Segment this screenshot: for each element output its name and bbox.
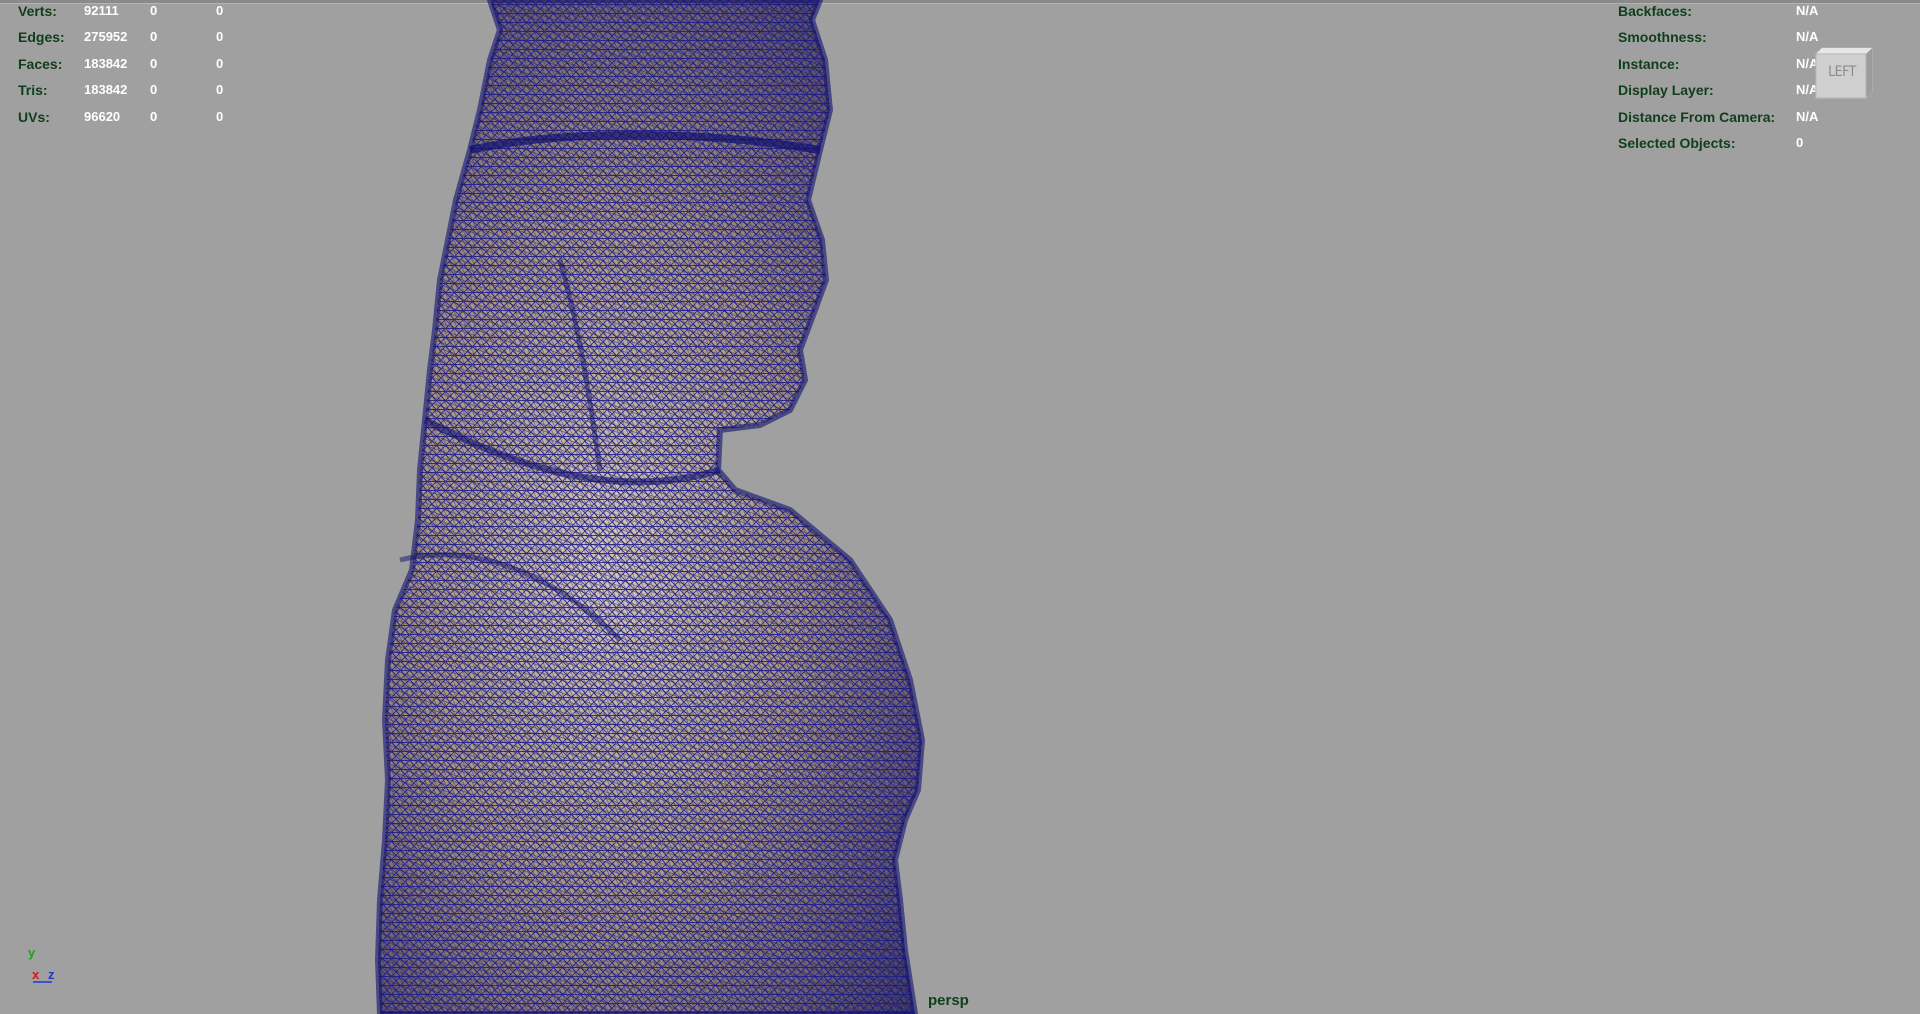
hud-value: 275952 xyxy=(84,29,128,45)
hud-value: 0 xyxy=(216,3,224,18)
hud-value: 0 xyxy=(150,108,158,124)
hud-value: 0 xyxy=(150,55,158,71)
hud-row-verts: Verts: 92111 0 0 xyxy=(18,0,258,24)
axis-y-label: y xyxy=(28,945,36,960)
hud-label: Distance From Camera: xyxy=(1618,108,1776,125)
hud-row-faces: Faces: 183842 0 0 xyxy=(18,51,258,77)
hud-value: 0 xyxy=(216,29,224,45)
hud-value: 0 xyxy=(150,82,158,98)
hud-value: 92111 xyxy=(84,3,119,18)
hud-value: 0 xyxy=(216,82,224,98)
axis-z-label: z xyxy=(48,967,55,982)
hud-value: 183842 xyxy=(84,82,128,98)
poly-count-hud: Verts: 92111 0 0 Edges: 275952 0 0 Faces… xyxy=(18,0,258,130)
hud-label: Faces: xyxy=(18,55,63,72)
camera-name-label: persp xyxy=(928,992,969,1009)
hud-row-selected: Selected Objects: 0 xyxy=(1618,130,1858,156)
axis-x-label: x xyxy=(32,967,40,982)
hud-value: 183842 xyxy=(84,55,128,71)
hud-row-tris: Tris: 183842 0 0 xyxy=(18,77,258,103)
hud-value: 0 xyxy=(150,29,158,45)
hud-label: Tris: xyxy=(18,82,48,99)
axis-gizmo-icon: y x z xyxy=(28,946,68,986)
hud-label: Selected Objects: xyxy=(1618,134,1736,151)
hud-value: 96620 xyxy=(84,108,121,124)
hud-row-uvs: UVs: 96620 0 0 xyxy=(18,104,258,130)
hud-row-distance: Distance From Camera: N/A xyxy=(1618,104,1858,130)
hud-value: 0 xyxy=(1796,134,1804,150)
hud-label: Display Layer: xyxy=(1618,82,1714,99)
hud-label: Smoothness: xyxy=(1618,29,1707,46)
hud-value: N/A xyxy=(1796,108,1819,124)
hud-row-backfaces: Backfaces: N/A xyxy=(1618,0,1858,24)
view-cube-label[interactable]: LEFT xyxy=(1808,64,1876,80)
hud-row-edges: Edges: 275952 0 0 xyxy=(18,24,258,50)
hud-value: N/A xyxy=(1796,3,1819,18)
hud-value: 0 xyxy=(150,3,158,18)
hud-label: UVs: xyxy=(18,108,50,125)
hud-label: Backfaces: xyxy=(1618,3,1692,19)
hud-label: Instance: xyxy=(1618,55,1680,72)
hud-label: Verts: xyxy=(18,3,57,19)
view-cube-icon[interactable]: LEFT xyxy=(1808,44,1876,102)
hud-value: 0 xyxy=(216,108,224,124)
hud-value: 0 xyxy=(216,55,224,71)
viewport-persp[interactable]: Verts: 92111 0 0 Edges: 275952 0 0 Faces… xyxy=(0,0,1920,1014)
hud-label: Edges: xyxy=(18,29,65,46)
